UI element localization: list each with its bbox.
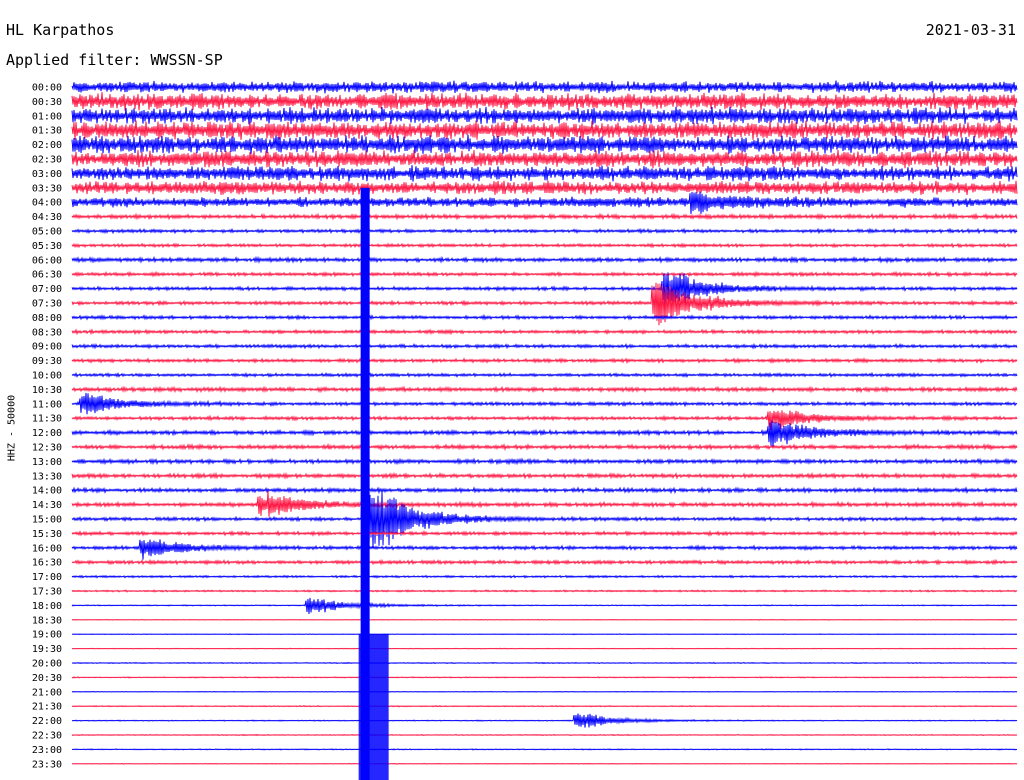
y-tick-label: 01:00 [32, 111, 62, 122]
seismic-trace [71, 328, 1018, 336]
y-tick-label: 17:00 [32, 572, 62, 583]
seismic-trace [71, 242, 1018, 249]
seismic-trace [71, 227, 1018, 235]
y-tick-label: 21:00 [32, 687, 62, 698]
seismic-trace [71, 762, 1018, 765]
y-tick-label: 11:00 [32, 399, 62, 410]
seismic-trace [71, 191, 1018, 215]
seismic-trace [71, 92, 1018, 111]
y-tick-label: 19:00 [32, 630, 62, 641]
seismic-trace [71, 392, 1018, 415]
seismic-trace [71, 134, 1018, 155]
seismic-trace [71, 733, 1018, 737]
seismic-trace [71, 486, 1018, 495]
seismic-trace [71, 357, 1018, 365]
seismic-trace [71, 471, 1018, 480]
seismic-trace [71, 120, 1018, 140]
trace-group [71, 80, 1018, 780]
y-tick-label: 05:00 [32, 227, 62, 238]
y-tick-label: 12:30 [32, 443, 62, 454]
seismic-trace [71, 457, 1018, 466]
y-tick-label: 22:00 [32, 716, 62, 727]
y-tick-label: 09:00 [32, 342, 62, 353]
seismic-trace [71, 661, 1018, 665]
y-tick-label: 04:00 [32, 198, 62, 209]
y-tick-label: 07:00 [32, 284, 62, 295]
y-tick-label: 06:00 [32, 255, 62, 266]
seismic-trace [71, 410, 1018, 431]
y-tick-label: 19:30 [32, 644, 62, 655]
y-tick-label: 23:30 [32, 759, 62, 770]
y-tick-label: 06:30 [32, 270, 62, 281]
seismic-trace [71, 558, 1018, 566]
seismic-trace [71, 676, 1018, 679]
seismic-trace [71, 180, 1018, 196]
seismic-trace [71, 597, 1018, 615]
y-tick-label: 11:30 [32, 414, 62, 425]
seismic-trace [71, 705, 1018, 708]
y-tick-label: 05:30 [32, 241, 62, 252]
seismic-trace [71, 574, 1018, 579]
seismic-trace [71, 490, 1018, 517]
seismic-trace [71, 647, 1018, 650]
y-tick-label: 21:30 [32, 702, 62, 713]
seismic-trace [71, 80, 1018, 94]
seismic-trace [71, 313, 1018, 321]
y-tick-label: 20:00 [32, 659, 62, 670]
y-tick-label: 02:00 [32, 140, 62, 151]
seismic-trace [71, 690, 1018, 693]
y-tick-label: 03:30 [32, 183, 62, 194]
seismic-trace [71, 371, 1018, 379]
y-tick-label: 14:30 [32, 500, 62, 511]
seismic-trace [71, 442, 1018, 452]
y-tick-label: 10:00 [32, 371, 62, 382]
seismic-trace [71, 713, 1018, 728]
y-tick-label: 02:30 [32, 155, 62, 166]
y-tick-label: 07:30 [32, 299, 62, 310]
y-tick-label: 22:30 [32, 731, 62, 742]
y-tick-label: 17:30 [32, 587, 62, 598]
seismic-trace [71, 165, 1018, 182]
tick-label-group: 00:00 00:30 01:00 01:30 02:00 02:30 03:00 03:30… [32, 83, 62, 771]
y-tick-label: 08:00 [32, 313, 62, 324]
y-tick-label: 08:30 [32, 327, 62, 338]
earthquake-coda [358, 634, 389, 780]
seismogram-plot: 00:00 00:30 01:00 01:30 02:00 02:30 03:00 03:30… [32, 80, 1018, 780]
seismic-trace [71, 748, 1018, 751]
seismic-trace [71, 149, 1018, 169]
y-tick-label: 15:00 [32, 515, 62, 526]
y-tick-label: 09:30 [32, 356, 62, 367]
seismic-trace [71, 633, 1018, 636]
seismic-trace [71, 589, 1018, 593]
y-tick-label: 18:00 [32, 601, 62, 612]
seismic-trace [71, 420, 1018, 448]
y-tick-label: 15:30 [32, 529, 62, 540]
y-tick-label: 18:30 [32, 615, 62, 626]
seismic-trace [71, 212, 1018, 221]
seismic-trace [71, 270, 1018, 278]
y-tick-label: 00:00 [32, 83, 62, 94]
y-tick-label: 16:00 [32, 543, 62, 554]
y-tick-label: 20:30 [32, 673, 62, 684]
y-tick-label: 13:00 [32, 457, 62, 468]
y-tick-label: 12:00 [32, 428, 62, 439]
seismic-trace [71, 385, 1018, 394]
seismic-trace [71, 539, 1018, 560]
seismic-trace [71, 342, 1018, 350]
seismic-trace [71, 255, 1018, 264]
y-tick-label: 04:30 [32, 212, 62, 223]
y-tick-label: 16:30 [32, 558, 62, 569]
seismic-trace [71, 106, 1018, 125]
y-tick-label: 00:30 [32, 97, 62, 108]
y-tick-label: 14:00 [32, 486, 62, 497]
seismic-trace [71, 472, 1018, 567]
y-tick-label: 13:30 [32, 471, 62, 482]
seismic-trace [71, 618, 1018, 621]
y-tick-label: 10:30 [32, 385, 62, 396]
y-tick-label: 01:30 [32, 126, 62, 137]
seismic-trace [71, 529, 1018, 537]
y-tick-label: 03:00 [32, 169, 62, 180]
y-tick-label: 23:00 [32, 745, 62, 756]
